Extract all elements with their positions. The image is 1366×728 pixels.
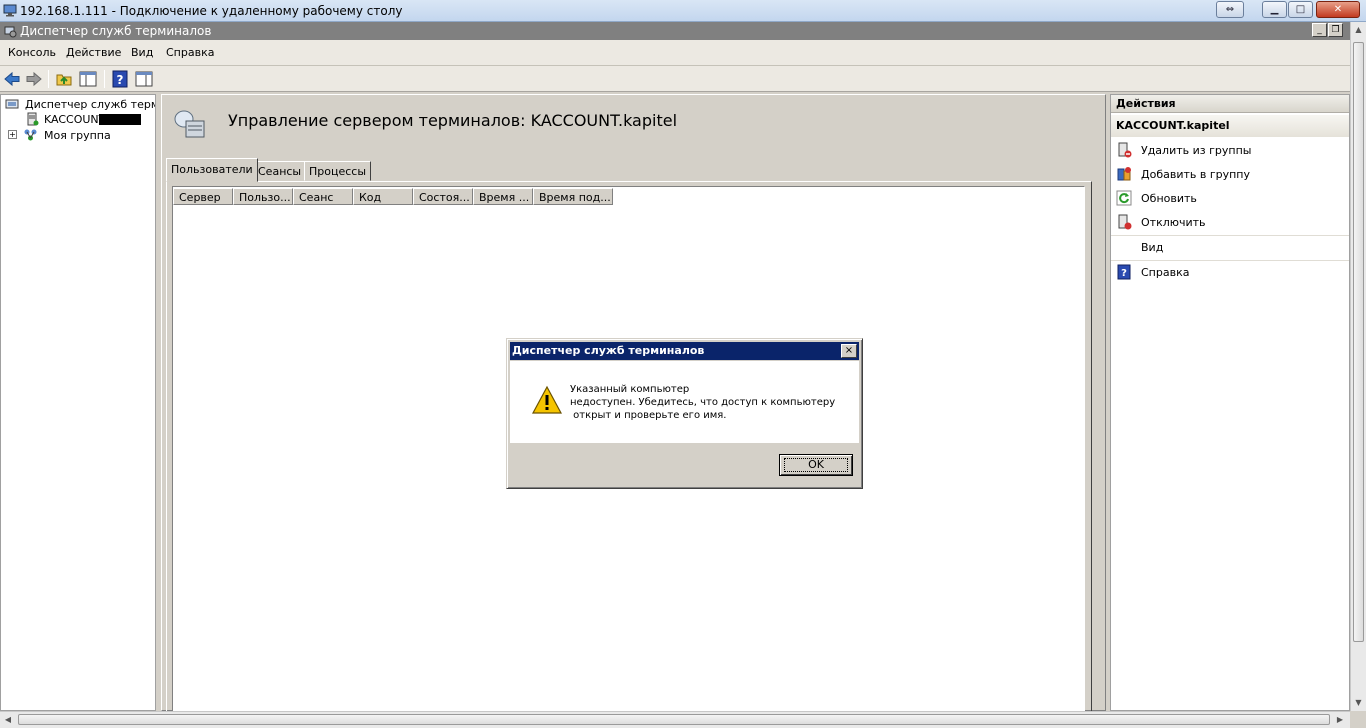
menu-bar: Консоль Действие Вид Справка	[0, 40, 1350, 66]
remote-desktop-icon	[3, 4, 17, 17]
actions-subheader[interactable]: KACCOUNT.kapitel	[1111, 115, 1349, 137]
dialog-title: Диспетчер служб терминалов	[512, 344, 705, 357]
close-button[interactable]: ✕	[1316, 1, 1360, 18]
scroll-down-arrow-icon[interactable]: ▼	[1351, 695, 1366, 711]
server-management-icon	[174, 110, 205, 138]
toolbar: ?	[0, 66, 1350, 92]
rdp-title: 192.168.1.111 - Подключение к удаленному…	[20, 4, 403, 18]
app-title: Диспетчер служб терминалов	[20, 24, 212, 38]
action-view[interactable]: Вид	[1111, 236, 1349, 258]
expand-toggle[interactable]: +	[8, 130, 17, 139]
app-restore-button[interactable]: ❐	[1328, 23, 1343, 37]
terminal-services-manager-icon	[4, 26, 17, 38]
menu-action[interactable]: Действие	[66, 46, 121, 59]
column-header-idle-time[interactable]: Время ...	[473, 188, 533, 205]
horizontal-scroll-thumb[interactable]	[18, 714, 1330, 725]
menu-help[interactable]: Справка	[166, 46, 214, 59]
help-icon[interactable]: ?	[110, 69, 130, 89]
dialog-body: Указанный компьютер недоступен. Убедитес…	[510, 361, 859, 443]
column-header-user[interactable]: Пользо...	[233, 188, 293, 205]
tree-node-root-label: Диспетчер служб термин	[25, 98, 155, 111]
show-hide-action-pane-icon[interactable]	[134, 69, 154, 89]
tree-node-server[interactable]: KACCOUNT.	[23, 112, 155, 127]
scroll-left-arrow-icon[interactable]: ◀	[0, 712, 16, 728]
scroll-right-arrow-icon[interactable]: ▶	[1332, 712, 1348, 728]
action-refresh[interactable]: Обновить	[1111, 187, 1349, 209]
menu-view[interactable]: Вид	[131, 46, 153, 59]
tab-users[interactable]: Пользователи	[166, 158, 258, 182]
action-help[interactable]: ? Справка	[1111, 261, 1349, 283]
tree-node-group[interactable]: + Моя группа	[3, 128, 155, 143]
action-label: Добавить в группу	[1141, 168, 1251, 181]
menu-console[interactable]: Консоль	[8, 46, 56, 59]
refresh-icon	[1116, 190, 1132, 206]
tab-sessions[interactable]: Сеансы	[253, 161, 307, 181]
tree-node-root[interactable]: Диспетчер служб термин	[3, 97, 155, 112]
ok-button[interactable]: OK	[779, 454, 853, 476]
column-header-server[interactable]: Сервер	[173, 188, 233, 205]
action-add-to-group[interactable]: Добавить в группу	[1111, 163, 1349, 185]
actions-pane: Действия KACCOUNT.kapitel Удалить из гру…	[1110, 94, 1350, 711]
remove-server-icon	[1118, 142, 1132, 158]
up-folder-icon[interactable]	[54, 69, 74, 89]
toolbar-separator	[104, 70, 105, 88]
minimize-button[interactable]: ▁	[1262, 1, 1287, 18]
column-header-logon-time[interactable]: Время под...	[533, 188, 613, 205]
warning-icon	[531, 385, 563, 414]
action-label: Справка	[1141, 266, 1190, 279]
help-icon: ?	[1117, 264, 1131, 280]
action-disconnect[interactable]: Отключить	[1111, 211, 1349, 233]
server-icon	[27, 112, 39, 126]
action-remove-from-group[interactable]: Удалить из группы	[1111, 139, 1349, 161]
vertical-scrollbar[interactable]: ▲ ▼	[1350, 22, 1366, 711]
back-arrow-icon[interactable]	[2, 69, 22, 89]
add-to-group-icon	[1117, 167, 1131, 181]
svg-text:?: ?	[117, 73, 124, 87]
action-label: Обновить	[1141, 192, 1197, 205]
restore-connection-bar-button[interactable]: ⇔	[1216, 1, 1244, 18]
toolbar-separator	[48, 70, 49, 88]
rdp-titlebar: 192.168.1.111 - Подключение к удаленному…	[0, 0, 1366, 22]
dialog-message: Указанный компьютер недоступен. Убедитес…	[570, 384, 836, 421]
column-header-state[interactable]: Состоя...	[413, 188, 473, 205]
app-minimize-button[interactable]: _	[1312, 23, 1327, 37]
action-label: Отключить	[1141, 216, 1206, 229]
maximize-button[interactable]: □	[1288, 1, 1313, 18]
action-label: Удалить из группы	[1141, 144, 1252, 157]
app-titlebar: Диспетчер служб терминалов _ ❐	[0, 22, 1366, 40]
disconnect-server-icon	[1118, 214, 1132, 230]
console-tree: Диспетчер служб термин KACCOUNT. + Моя г…	[0, 94, 156, 711]
dialog-close-button[interactable]: ×	[841, 344, 857, 358]
svg-text:?: ?	[1121, 268, 1127, 279]
column-header-id[interactable]: Код	[353, 188, 413, 205]
redaction-mark	[99, 114, 141, 125]
actions-header: Действия	[1111, 95, 1349, 113]
scroll-up-arrow-icon[interactable]: ▲	[1351, 22, 1366, 38]
server-group-icon	[24, 129, 37, 141]
dialog-titlebar: Диспетчер служб терминалов ×	[510, 342, 859, 360]
horizontal-scrollbar[interactable]: ◀ ▶	[0, 711, 1350, 728]
vertical-scroll-thumb[interactable]	[1353, 42, 1364, 642]
forward-arrow-icon[interactable]	[24, 69, 44, 89]
focus-rectangle	[784, 458, 848, 472]
tab-processes[interactable]: Процессы	[304, 161, 372, 181]
terminal-services-manager-icon	[5, 99, 19, 109]
action-label: Вид	[1141, 241, 1164, 254]
show-hide-console-tree-icon[interactable]	[78, 69, 98, 89]
tree-node-group-label: Моя группа	[44, 129, 111, 142]
page-title: Управление сервером терминалов: KACCOUNT…	[228, 111, 678, 130]
column-header-session[interactable]: Сеанс	[293, 188, 353, 205]
error-dialog: Диспетчер служб терминалов × Указанный к…	[506, 338, 863, 489]
